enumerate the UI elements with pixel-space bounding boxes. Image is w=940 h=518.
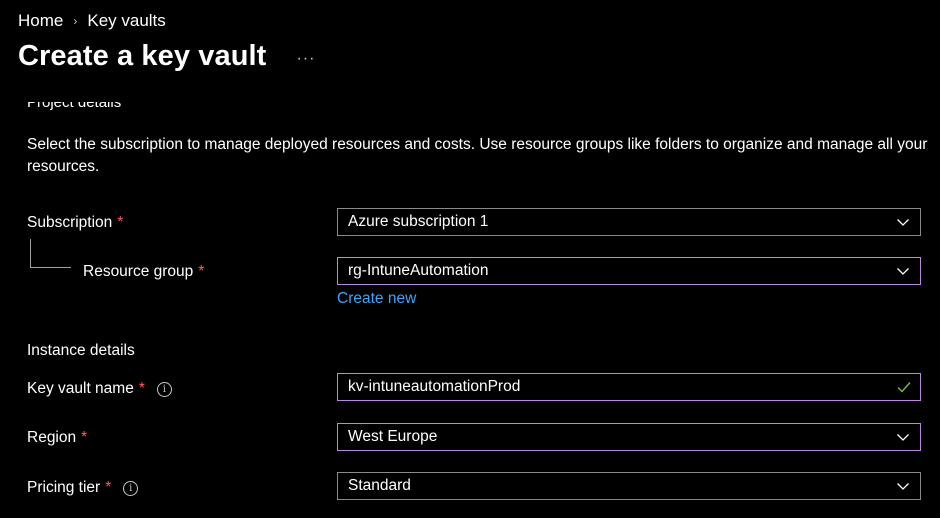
info-icon[interactable]: i <box>123 480 139 496</box>
resource-group-label-text: Resource group <box>83 263 194 280</box>
chevron-down-icon <box>897 483 909 490</box>
region-label: Region * <box>27 429 87 447</box>
pricing-tier-label-text: Pricing tier <box>27 479 101 496</box>
required-marker: * <box>105 479 112 496</box>
breadcrumb: Home › Key vaults <box>18 11 166 31</box>
page-title: Create a key vault <box>18 40 267 72</box>
region-label-text: Region <box>27 429 77 446</box>
more-options-button[interactable]: ··· <box>296 50 315 68</box>
create-key-vault-page: Home › Key vaults Create a key vault ···… <box>0 0 940 518</box>
pricing-tier-label: Pricing tier * i <box>27 479 139 497</box>
check-icon <box>897 382 911 393</box>
project-details-heading: Project details <box>27 102 122 111</box>
info-icon[interactable]: i <box>156 381 172 397</box>
breadcrumb-key-vaults[interactable]: Key vaults <box>87 11 165 31</box>
region-value: West Europe <box>348 428 438 445</box>
key-vault-name-label-text: Key vault name <box>27 380 134 397</box>
chevron-down-icon <box>897 268 909 275</box>
instance-details-heading: Instance details <box>27 342 135 359</box>
key-vault-name-input[interactable]: kv-intuneautomationProd <box>337 373 921 401</box>
subscription-label-text: Subscription <box>27 214 113 231</box>
chevron-down-icon <box>897 434 909 441</box>
create-new-resource-group-link[interactable]: Create new <box>337 290 416 308</box>
resource-group-label: Resource group * <box>83 263 204 281</box>
breadcrumb-home[interactable]: Home <box>18 11 63 31</box>
subscription-value: Azure subscription 1 <box>348 213 489 230</box>
resource-group-value: rg-IntuneAutomation <box>348 262 489 279</box>
project-description: Select the subscription to manage deploy… <box>27 136 928 175</box>
key-vault-name-label: Key vault name * i <box>27 380 172 398</box>
pricing-tier-value: Standard <box>348 477 411 494</box>
chevron-right-icon: › <box>73 14 78 28</box>
required-marker: * <box>138 380 145 397</box>
resource-group-select[interactable]: rg-IntuneAutomation <box>337 257 921 285</box>
pricing-tier-select[interactable]: Standard <box>337 472 921 500</box>
subscription-label: Subscription * <box>27 214 123 232</box>
tree-connector <box>30 239 71 268</box>
required-marker: * <box>81 429 88 446</box>
title-row: Create a key vault ··· <box>18 40 315 73</box>
form-content: Project details Select the subscription … <box>0 102 940 518</box>
chevron-down-icon <box>897 219 909 226</box>
required-marker: * <box>198 263 205 280</box>
required-marker: * <box>117 214 124 231</box>
key-vault-name-value[interactable]: kv-intuneautomationProd <box>338 378 896 396</box>
region-select[interactable]: West Europe <box>337 423 921 451</box>
subscription-select[interactable]: Azure subscription 1 <box>337 208 921 236</box>
